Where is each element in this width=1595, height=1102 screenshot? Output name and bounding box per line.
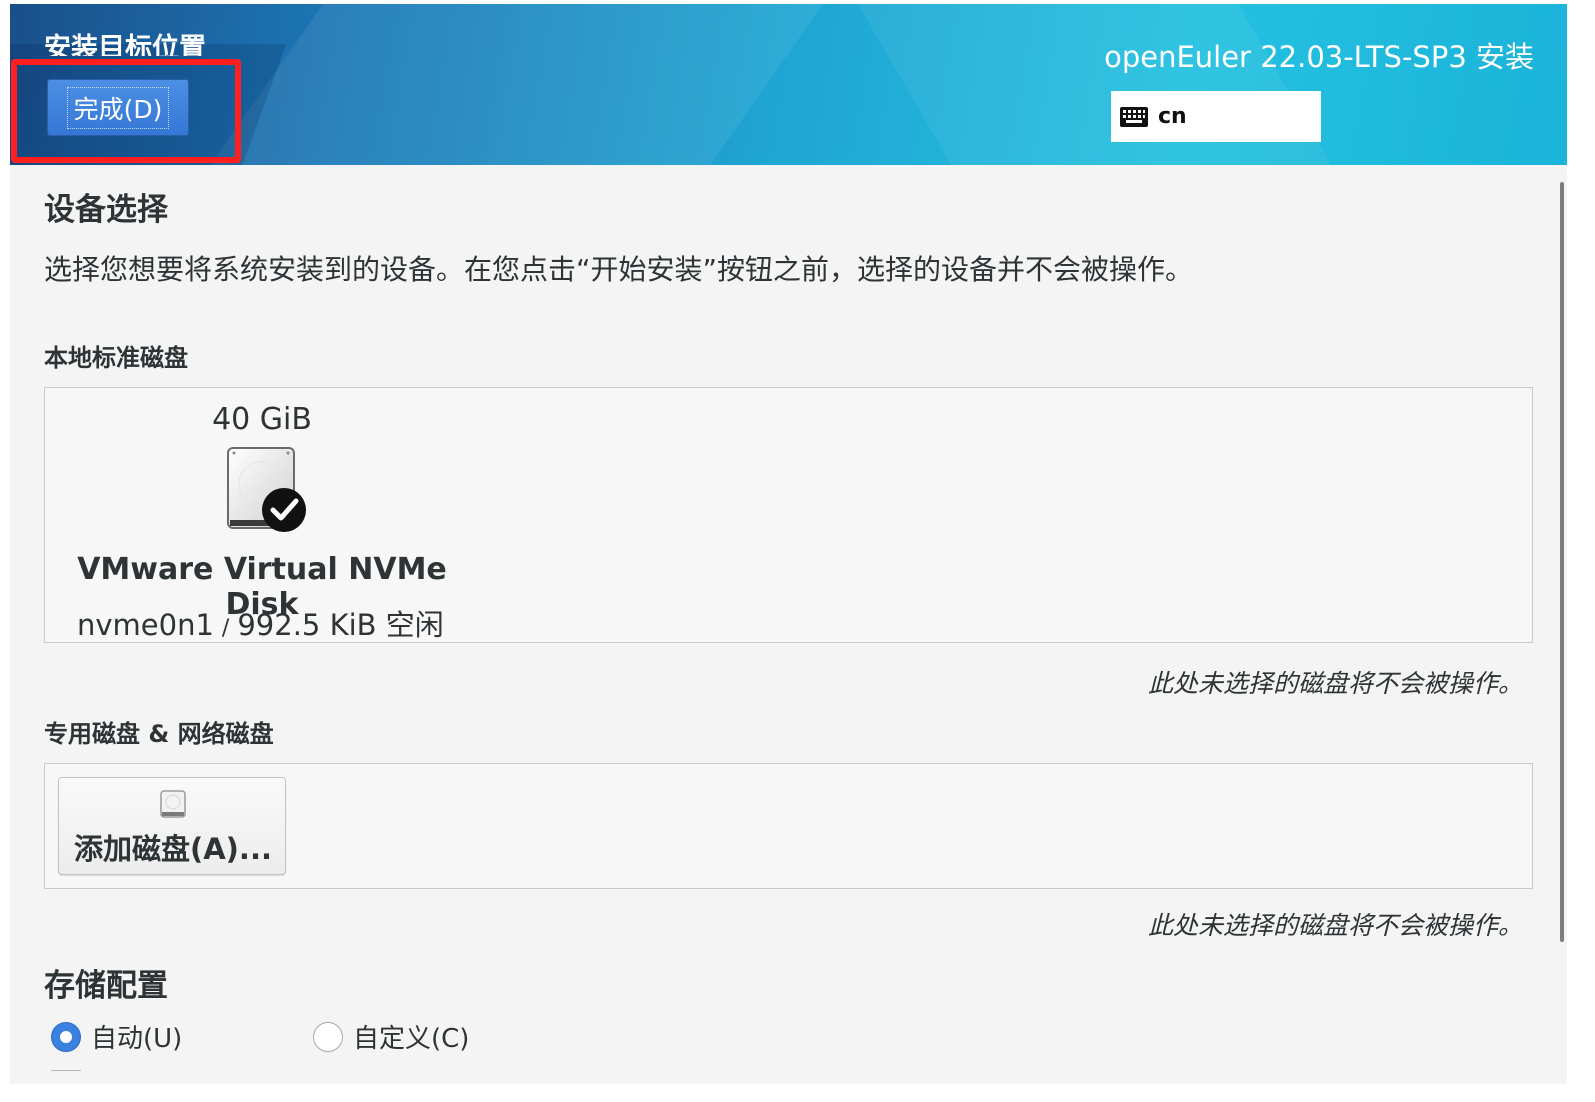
header-bar: 安装目标位置 完成(D) openEuler 22.03-LTS-SP3 安装 …: [10, 4, 1567, 165]
radio-custom-label: 自定义(C): [353, 1024, 470, 1054]
storage-config-title: 存储配置: [44, 968, 168, 1004]
add-disk-button[interactable]: 添加磁盘(A)...: [58, 777, 286, 875]
local-disks-panel: 40 GiB VMware Virtual NVMe Disk nvme0n1/…: [44, 387, 1533, 643]
radio-indicator-checked[interactable]: [51, 1021, 81, 1052]
hard-disk-icon: [227, 447, 306, 532]
keyboard-layout-label: cn: [1158, 104, 1187, 129]
disk-info-separator: /: [221, 616, 230, 641]
special-disks-panel: 添加磁盘(A)...: [44, 763, 1533, 889]
keyboard-layout-indicator[interactable]: cn: [1111, 91, 1321, 142]
disk-size: 40 GiB: [212, 402, 312, 437]
radio-automatic-label: 自动(U): [91, 1024, 183, 1054]
local-disks-note: 此处未选择的磁盘将不会被操作。: [1147, 669, 1523, 698]
device-selection-title: 设备选择: [44, 192, 168, 228]
device-selection-description: 选择您想要将系统安装到的设备。在您点击“开始安装”按钮之前，选择的设备并不会被操…: [44, 253, 1194, 286]
disk-tile[interactable]: 40 GiB VMware Virtual NVMe Disk nvme0n1/…: [67, 400, 457, 642]
disk-info: nvme0n1 / 992.5 KiB 空闲: [77, 602, 444, 644]
radio-custom[interactable]: 自定义(C): [313, 1018, 469, 1055]
product-title: openEuler 22.03-LTS-SP3 安装: [1104, 40, 1534, 74]
add-disk-button-label: 添加磁盘(A)...: [73, 832, 272, 866]
cut-off-checkbox[interactable]: [51, 1070, 81, 1084]
radio-automatic[interactable]: 自动(U): [51, 1018, 182, 1055]
vertical-scrollbar[interactable]: [1560, 182, 1564, 942]
special-disks-title: 专用磁盘 & 网络磁盘: [44, 720, 274, 748]
local-disks-title: 本地标准磁盘: [44, 344, 188, 372]
keyboard-icon: [1120, 106, 1148, 127]
special-disks-note: 此处未选择的磁盘将不会被操作。: [1147, 911, 1523, 940]
disk-free-space: 992.5 KiB 空闲: [237, 608, 444, 642]
radio-indicator-unchecked[interactable]: [313, 1021, 343, 1052]
small-disk-icon: [160, 790, 186, 818]
spoke-title: 安装目标位置: [44, 33, 206, 56]
disk-device: nvme0n1: [77, 608, 214, 642]
installer-window: 安装目标位置 完成(D) openEuler 22.03-LTS-SP3 安装 …: [10, 4, 1567, 1084]
highlight-box: [11, 59, 241, 163]
